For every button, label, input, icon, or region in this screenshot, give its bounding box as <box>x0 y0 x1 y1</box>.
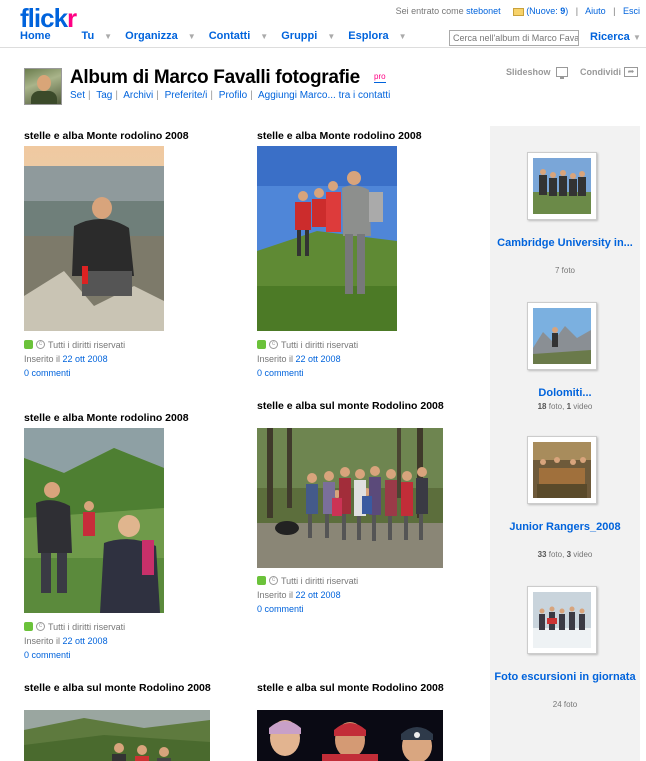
subnav-profile[interactable]: Profilo <box>219 90 247 101</box>
pro-badge[interactable]: pro <box>374 72 386 83</box>
mail-icon[interactable] <box>513 7 525 16</box>
photo-thumbnail[interactable] <box>257 710 443 761</box>
photo-thumbnail[interactable] <box>257 146 397 331</box>
username-link[interactable]: stebonet <box>466 6 501 16</box>
subnav-sets[interactable]: Set <box>70 90 85 101</box>
photo-title[interactable]: stelle e alba Monte rodolino 2008 <box>257 130 457 142</box>
photo-image <box>24 146 164 331</box>
copyright-icon: c <box>269 576 278 586</box>
chevron-down-icon[interactable]: ▼ <box>399 32 407 41</box>
nav-you[interactable]: Tu <box>82 30 95 42</box>
posted-date-link[interactable]: 22 ott 2008 <box>63 636 108 646</box>
posted-date-link[interactable]: 22 ott 2008 <box>63 354 108 364</box>
photo-thumbnail[interactable] <box>257 428 443 568</box>
comments-link[interactable]: 0 commenti <box>257 604 304 614</box>
license-icon[interactable] <box>257 340 266 350</box>
photo-title[interactable]: stelle e alba sul monte Rodolino 2008 <box>24 682 214 694</box>
posted-date-link[interactable]: 22 ott 2008 <box>296 354 341 364</box>
set-count: 33 foto, 3 video <box>537 550 593 559</box>
copyright-icon: c <box>269 340 278 350</box>
chevron-down-icon[interactable]: ▼ <box>104 32 112 41</box>
copyright-icon: c <box>36 622 45 632</box>
license-icon[interactable] <box>24 622 33 632</box>
nav-home[interactable]: Home <box>20 30 51 42</box>
posted-date-link[interactable]: 22 ott 2008 <box>296 590 341 600</box>
photo-meta: c Tutti i diritti riservati Inserito il 2… <box>257 576 359 614</box>
set-title[interactable]: Junior Rangers_2008 <box>490 520 640 534</box>
sets-sidebar: Cambridge University in... 7 foto Dolomi… <box>490 126 640 761</box>
nav-organize[interactable]: Organizza <box>125 30 178 42</box>
photo-title[interactable]: stelle e alba sul monte Rodolino 2008 <box>257 400 447 412</box>
page-title: Album di Marco Favalli fotografie <box>70 67 360 88</box>
subnav-archives[interactable]: Archivi <box>123 90 153 101</box>
set-title[interactable]: Foto escursioni in giornata <box>490 670 640 684</box>
copyright-icon: c <box>36 340 45 350</box>
slideshow-link[interactable]: Slideshow <box>506 67 551 77</box>
comments-link[interactable]: 0 commenti <box>24 368 71 378</box>
nav-contacts[interactable]: Contatti <box>209 30 251 42</box>
license-icon[interactable] <box>257 576 266 586</box>
set-thumbnail[interactable] <box>527 302 597 370</box>
main-nav: Home ▼ Tu ▼ Organizza ▼ Contatti ▼ Gruppi ▼ E… <box>20 30 417 42</box>
photo-title[interactable]: stelle e alba sul monte Rodolino 2008 <box>257 682 447 694</box>
separator: | <box>613 6 616 16</box>
photo-title[interactable]: stelle e alba Monte rodolino 2008 <box>24 130 224 142</box>
set-title[interactable]: Dolomiti... <box>490 386 640 400</box>
share-link[interactable]: Condividi <box>580 67 621 77</box>
avatar[interactable] <box>24 68 62 105</box>
subnav-tags[interactable]: Tag <box>96 90 112 101</box>
rights-label: Tutti i diritti riservati <box>48 622 126 632</box>
chevron-down-icon[interactable]: ▼ <box>260 32 268 41</box>
top-bar: flickr Sei entrato come stebonet (Nuove:… <box>0 0 646 48</box>
set-count: 7 foto <box>554 266 575 275</box>
photo-image <box>24 428 164 613</box>
nav-groups[interactable]: Gruppi <box>281 30 317 42</box>
photo-image <box>257 710 443 761</box>
photo-thumbnail[interactable] <box>24 428 164 613</box>
account-bar: Sei entrato come stebonet (Nuove: 9) | A… <box>396 6 640 16</box>
search-input[interactable]: Cerca nell'album di Marco Favalli <box>449 30 579 46</box>
photo-image <box>257 428 443 568</box>
rights-label: Tutti i diritti riservati <box>48 340 126 350</box>
photo-image <box>24 710 210 761</box>
mail-link[interactable]: (Nuove: 9) <box>526 6 568 16</box>
set-count: 18 foto, 1 video <box>537 402 593 411</box>
photo-image <box>257 146 397 331</box>
search-button[interactable]: Ricerca <box>590 31 630 43</box>
license-icon[interactable] <box>24 340 33 350</box>
set-title[interactable]: Cambridge University in... <box>490 236 640 250</box>
nav-explore[interactable]: Esplora <box>348 30 388 42</box>
separator: | <box>575 6 579 16</box>
album-subnav: Set | Tag | Archivi | Preferite/i | Profilo |… <box>70 90 391 101</box>
photo-thumbnail[interactable] <box>24 710 210 761</box>
comments-link[interactable]: 0 commenti <box>257 368 304 378</box>
rights-label: Tutti i diritti riservati <box>281 340 359 350</box>
chevron-down-icon[interactable]: ▼ <box>633 33 641 42</box>
logout-link[interactable]: Esci <box>623 6 640 16</box>
subnav-add-contact[interactable]: Aggiungi Marco... tra i contatti <box>258 90 390 101</box>
chevron-down-icon[interactable]: ▼ <box>188 32 196 41</box>
chevron-down-icon[interactable]: ▼ <box>327 32 335 41</box>
photo-meta: c Tutti i diritti riservati Inserito il 2… <box>24 622 126 660</box>
subnav-favorites[interactable]: Preferite/i <box>165 90 208 101</box>
share-icon[interactable]: ➦ <box>624 67 638 77</box>
rights-label: Tutti i diritti riservati <box>281 576 359 586</box>
photo-meta: c Tutti i diritti riservati Inserito il 2… <box>24 340 126 378</box>
photo-thumbnail[interactable] <box>24 146 164 331</box>
set-thumbnail[interactable] <box>527 586 597 654</box>
photo-meta: c Tutti i diritti riservati Inserito il 2… <box>257 340 359 378</box>
set-count: 24 foto <box>552 700 578 709</box>
set-thumbnail[interactable] <box>527 152 597 220</box>
comments-link[interactable]: 0 commenti <box>24 650 71 660</box>
slideshow-icon[interactable] <box>556 67 568 79</box>
photo-title[interactable]: stelle e alba Monte rodolino 2008 <box>24 412 224 424</box>
set-thumbnail[interactable] <box>527 436 597 504</box>
help-link[interactable]: Aiuto <box>585 6 606 16</box>
signed-in-label: Sei entrato come <box>395 6 464 16</box>
